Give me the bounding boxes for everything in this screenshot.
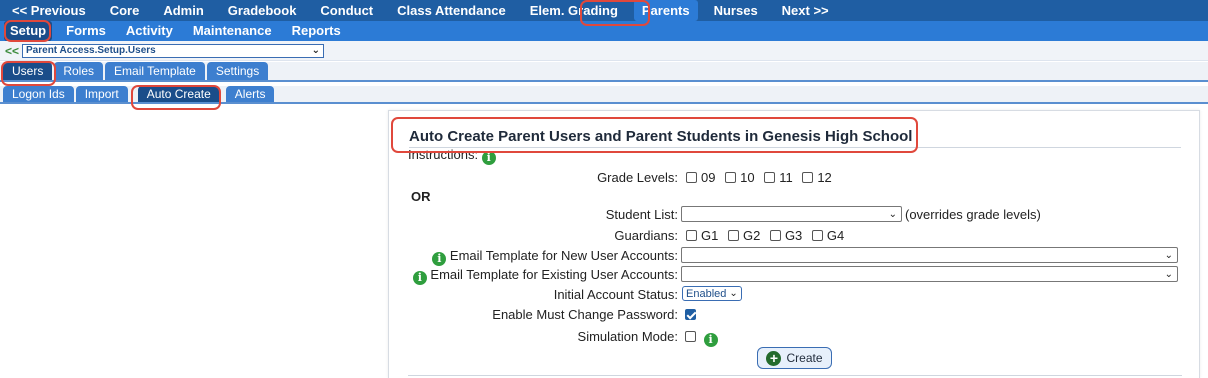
menu-conduct[interactable]: Conduct [308, 0, 385, 21]
info-icon[interactable]: i [481, 151, 496, 165]
submenu-forms[interactable]: Forms [56, 21, 116, 41]
menu-nurses[interactable]: Nurses [702, 0, 770, 21]
tab-logon-ids[interactable]: Logon Ids [3, 86, 74, 102]
chevron-down-icon: ⌄ [1164, 249, 1173, 261]
chevron-down-icon: ⌄ [1164, 268, 1173, 280]
tab-roles[interactable]: Roles [54, 62, 104, 80]
guardian-g1-label: G1 [701, 228, 719, 243]
tab-row-secondary: Logon Ids Import Auto Create Alerts [0, 86, 1208, 104]
chevron-down-icon: ⌄ [888, 208, 897, 220]
menu-core[interactable]: Core [98, 0, 152, 21]
create-button-label: Create [786, 351, 823, 365]
grade-09-label: 09 [701, 170, 716, 185]
chevron-down-icon: ⌄ [729, 288, 738, 299]
menu-class-attendance[interactable]: Class Attendance [385, 0, 518, 21]
auto-create-panel: Auto Create Parent Users and Parent Stud… [388, 110, 1200, 378]
email-template-existing-select[interactable]: ⌄ [681, 266, 1178, 282]
submenu-activity[interactable]: Activity [116, 21, 183, 41]
info-icon[interactable]: i [432, 252, 447, 266]
grade-levels-label: Grade Levels: [597, 170, 678, 185]
menu-elem-grading[interactable]: Elem. Grading [518, 0, 630, 21]
student-list-label: Student List: [605, 207, 678, 222]
guardian-g2-checkbox[interactable] [727, 230, 739, 241]
must-change-label: Enable Must Change Password: [492, 307, 678, 322]
sub-menu-bar: Setup Forms Activity Maintenance Reports [0, 21, 1208, 41]
grade-10-label: 10 [740, 170, 755, 185]
info-icon[interactable]: i [412, 271, 427, 285]
chevron-down-icon: ⌄ [311, 45, 321, 56]
plus-circle-icon: + [766, 350, 782, 366]
submenu-maintenance[interactable]: Maintenance [183, 21, 282, 41]
email-new-label: Email Template for New User Accounts: [449, 248, 678, 263]
menu-parents[interactable]: Parents [633, 0, 698, 21]
menu-gradebook[interactable]: Gradebook [216, 0, 309, 21]
simulation-wrap: i [679, 329, 718, 347]
menu-previous[interactable]: << Previous [0, 0, 98, 21]
must-change-checkbox[interactable] [685, 309, 696, 320]
grade-11-label: 11 [779, 170, 793, 185]
guardian-g1-checkbox[interactable] [686, 230, 697, 241]
grade-10-checkbox[interactable] [725, 172, 737, 183]
tab-alerts[interactable]: Alerts [225, 86, 275, 102]
guardian-g3-label: G3 [784, 228, 803, 243]
email-template-new-select[interactable]: ⌄ [681, 247, 1178, 263]
guardian-g4-checkbox[interactable] [811, 230, 823, 241]
instructions-row: Instructions: i [408, 147, 496, 165]
page-nav-row: << Parent Access.Setup.Users ⌄ [0, 41, 1208, 61]
guardians-label: Guardians: [614, 228, 678, 243]
grade-12-checkbox[interactable] [802, 172, 814, 183]
instructions-label: Instructions: [408, 147, 479, 162]
tab-users[interactable]: Users [3, 62, 53, 80]
must-change-wrap [679, 307, 700, 322]
initial-status-select[interactable]: Enabled ⌄ [682, 286, 742, 301]
submenu-setup[interactable]: Setup [4, 21, 53, 41]
guardians-options: G1 G2 G3 G4 [680, 228, 844, 243]
page-select-value: Parent Access.Setup.Users [26, 45, 156, 56]
back-arrows-icon[interactable]: << [5, 44, 19, 58]
submenu-reports[interactable]: Reports [282, 21, 351, 41]
student-list-select[interactable]: ⌄ [681, 206, 902, 222]
info-icon[interactable]: i [703, 333, 718, 347]
page-title: Auto Create Parent Users and Parent Stud… [409, 128, 913, 145]
top-menu-bar: << Previous Core Admin Gradebook Conduct… [0, 0, 1208, 21]
guardian-g3-checkbox[interactable] [769, 230, 781, 241]
student-list-note: (overrides grade levels) [905, 207, 1041, 222]
guardian-g4-label: G4 [826, 228, 845, 243]
initial-status-value: Enabled [686, 287, 727, 300]
tab-import[interactable]: Import [75, 86, 128, 102]
grade-12-label: 12 [817, 170, 832, 185]
guardian-g2-label: G2 [742, 228, 761, 243]
create-button[interactable]: + Create [757, 347, 832, 369]
grade-09-checkbox[interactable] [686, 172, 697, 183]
simulation-label: Simulation Mode: [577, 329, 678, 344]
email-existing-label: Email Template for Existing User Account… [430, 267, 678, 282]
tab-auto-create[interactable]: Auto Create [137, 86, 220, 102]
page-select[interactable]: Parent Access.Setup.Users ⌄ [22, 43, 325, 58]
bottom-divider [408, 375, 1182, 376]
grade-11-checkbox[interactable] [764, 172, 776, 183]
grade-levels-options: 09 10 11 12 [680, 170, 832, 185]
email-new-row: i Email Template for New User Accounts: [432, 248, 678, 266]
tab-email-template[interactable]: Email Template [105, 62, 205, 80]
menu-next[interactable]: Next >> [770, 0, 841, 21]
title-divider [409, 147, 1181, 148]
tab-settings[interactable]: Settings [206, 62, 269, 80]
menu-admin[interactable]: Admin [151, 0, 215, 21]
initial-status-label: Initial Account Status: [553, 287, 678, 302]
email-existing-row: i Email Template for Existing User Accou… [412, 267, 678, 285]
or-label: OR [411, 189, 431, 204]
tab-row-primary: Users Roles Email Template Settings [0, 62, 1208, 82]
simulation-checkbox[interactable] [685, 331, 696, 342]
